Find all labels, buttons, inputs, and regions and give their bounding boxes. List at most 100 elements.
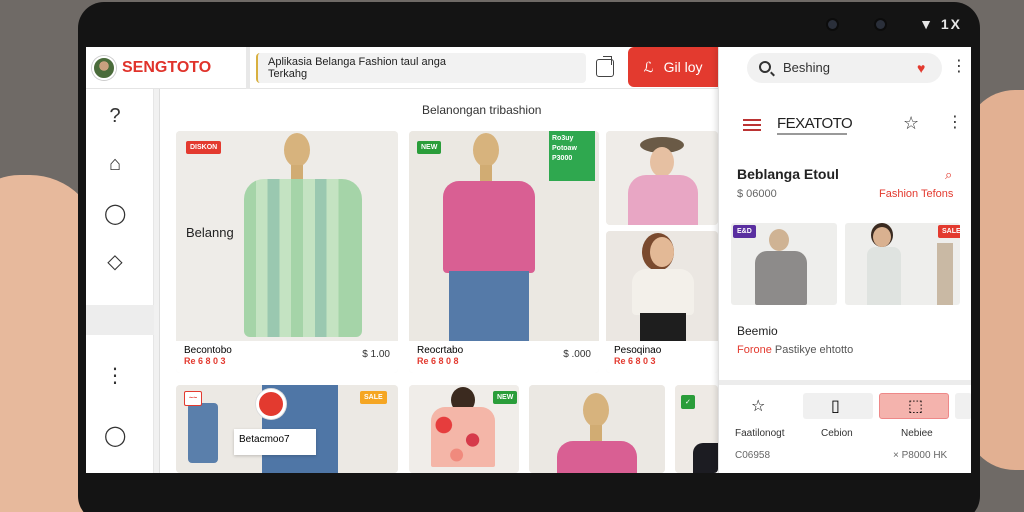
detail-panel: Beshing ♥ ⋮ FEXATOTO ☆ ⋮ Beblanga Etoul … <box>718 47 971 473</box>
tab-label: Cebion <box>821 428 853 439</box>
product-price: $ 06000 <box>737 188 777 200</box>
status-indicators: ▼ 1X <box>919 16 962 32</box>
notification-icon[interactable]: ♥ <box>917 60 925 76</box>
login-label: Gil loy <box>663 59 703 75</box>
jeans <box>449 271 529 341</box>
favorite-button[interactable] <box>256 389 286 419</box>
search-icon[interactable]: ⌕ <box>945 167 952 183</box>
tab-label: Nebiee <box>901 428 933 439</box>
product-title: Beblanga Etoul <box>737 166 839 182</box>
footer-total: × P8000 HK <box>893 450 948 461</box>
sensor-icon <box>876 20 885 29</box>
search-icon <box>759 61 771 73</box>
mannequin-head <box>284 133 310 167</box>
tab-bag[interactable]: ⬚ <box>879 393 949 419</box>
old-price: Re 6 8 0 3 <box>184 356 226 366</box>
page-title-line2: Terkahg <box>268 68 308 80</box>
star-icon: ☆ <box>751 398 766 415</box>
product-card[interactable]: ✓ <box>675 385 718 473</box>
product-thumbnail[interactable]: E&D <box>731 223 837 305</box>
pink-top <box>557 441 637 473</box>
home-icon[interactable]: ⌂ <box>104 153 126 175</box>
product-card[interactable]: NEW <box>409 385 519 473</box>
product-price: $ .000 <box>563 349 591 360</box>
section-heading: Beemio <box>737 324 778 338</box>
face <box>650 237 674 267</box>
divider <box>246 47 250 89</box>
section-subtitle-highlight: Forone <box>737 344 772 356</box>
product-price: $ 1.00 <box>362 349 390 360</box>
scrollbar[interactable] <box>154 89 160 473</box>
bag-icon: ⬚ <box>908 398 924 415</box>
old-price: Re 6 8 0 3 <box>614 356 656 366</box>
product-card[interactable] <box>529 385 665 473</box>
denim-overall <box>188 403 218 463</box>
sidebar: ? ⌂ ◯ ◇ ⋮ ◯ <box>86 89 154 473</box>
app-screen: SENGTOTO Aplikasia Belanga Fashion taul … <box>86 47 971 473</box>
model <box>937 243 953 305</box>
mannequin-head <box>769 229 789 251</box>
tab-favorites[interactable]: ☆ <box>731 393 791 419</box>
white-dress <box>867 247 901 305</box>
thumb-badge: E&D <box>733 225 756 238</box>
login-button[interactable]: ℒ Gil loy <box>628 47 718 87</box>
grey-top <box>755 251 807 305</box>
product-card[interactable] <box>606 131 718 225</box>
star-icon[interactable]: ☆ <box>903 113 919 134</box>
sale-badge: SALE <box>938 225 960 238</box>
pink-top <box>443 181 535 273</box>
category-link[interactable]: Fashion Tefons <box>879 188 953 200</box>
mannequin-head <box>473 133 499 167</box>
brand-name: SENGTOTO <box>122 59 212 76</box>
product-name: Becontobo <box>184 345 232 356</box>
bookmark-icon: ▯ <box>831 398 840 415</box>
product-card[interactable]: ~~ SALE Betacmoo7 <box>176 385 398 473</box>
product-name: Pesoqinao <box>614 345 662 356</box>
camera-icon <box>828 20 837 29</box>
dark-garment <box>693 443 718 473</box>
floral-blouse <box>431 407 495 467</box>
product-thumbnail[interactable]: SALE <box>845 223 960 305</box>
product-card[interactable]: Pesoqinao Re 6 8 0 3 <box>606 231 718 373</box>
more-options-icon[interactable]: ⋮ <box>951 59 967 75</box>
card-overlay-label: Belanng <box>186 225 234 240</box>
help-icon[interactable]: ? <box>104 105 126 127</box>
search-placeholder: Beshing <box>783 60 830 75</box>
more-options-icon[interactable]: ⋮ <box>947 115 963 131</box>
product-card[interactable]: NEW Ro3uy Potoaw P3000 Reocrtabo Re 6 8 … <box>409 131 599 373</box>
sidebar-divider <box>86 305 154 335</box>
promo-badge: Ro3uy Potoaw P3000 <box>549 131 595 181</box>
card-info: Reocrtabo Re 6 8 0 8 $ .000 <box>409 341 599 373</box>
green-shirt <box>244 179 362 337</box>
login-icon: ℒ <box>643 58 654 75</box>
new-badge: NEW <box>493 391 518 404</box>
new-badge: NEW <box>417 141 442 154</box>
divider <box>719 380 971 385</box>
card-info: Pesoqinao Re 6 8 0 3 <box>606 341 718 373</box>
tab-collection[interactable]: ▯ <box>803 393 873 419</box>
tab-more[interactable] <box>955 393 971 419</box>
more-icon[interactable]: ⋮ <box>104 365 126 387</box>
product-image: ✓ <box>675 385 718 473</box>
card-tag: ~~ <box>184 391 203 406</box>
tag-icon[interactable]: ◇ <box>104 251 126 273</box>
avatar[interactable] <box>92 56 116 80</box>
brand-underline <box>777 133 847 135</box>
face <box>873 227 891 247</box>
card-overlay-label: Betacmoo7 <box>234 429 316 455</box>
new-badge: ✓ <box>681 395 695 409</box>
mannequin-neck <box>480 165 492 181</box>
discount-badge: DISKON <box>186 141 222 154</box>
section-title: Belanongan tribashion <box>422 103 542 117</box>
card-info: Becontobo Re 6 8 0 3 $ 1.00 <box>176 341 398 373</box>
menu-icon[interactable] <box>743 119 761 131</box>
search-input[interactable]: Beshing <box>747 53 942 83</box>
circle-icon[interactable]: ◯ <box>104 425 126 447</box>
chat-icon[interactable]: ◯ <box>104 203 126 225</box>
section-subtitle-text: Pastikye ehtotto <box>774 344 854 356</box>
product-card[interactable]: DISKON Belanng Becontobo Re 6 8 0 3 $ 1.… <box>176 131 398 373</box>
brand[interactable]: SENGTOTO <box>92 55 211 81</box>
product-image <box>606 231 718 341</box>
mannequin-neck <box>590 425 602 441</box>
share-icon[interactable] <box>596 56 614 77</box>
